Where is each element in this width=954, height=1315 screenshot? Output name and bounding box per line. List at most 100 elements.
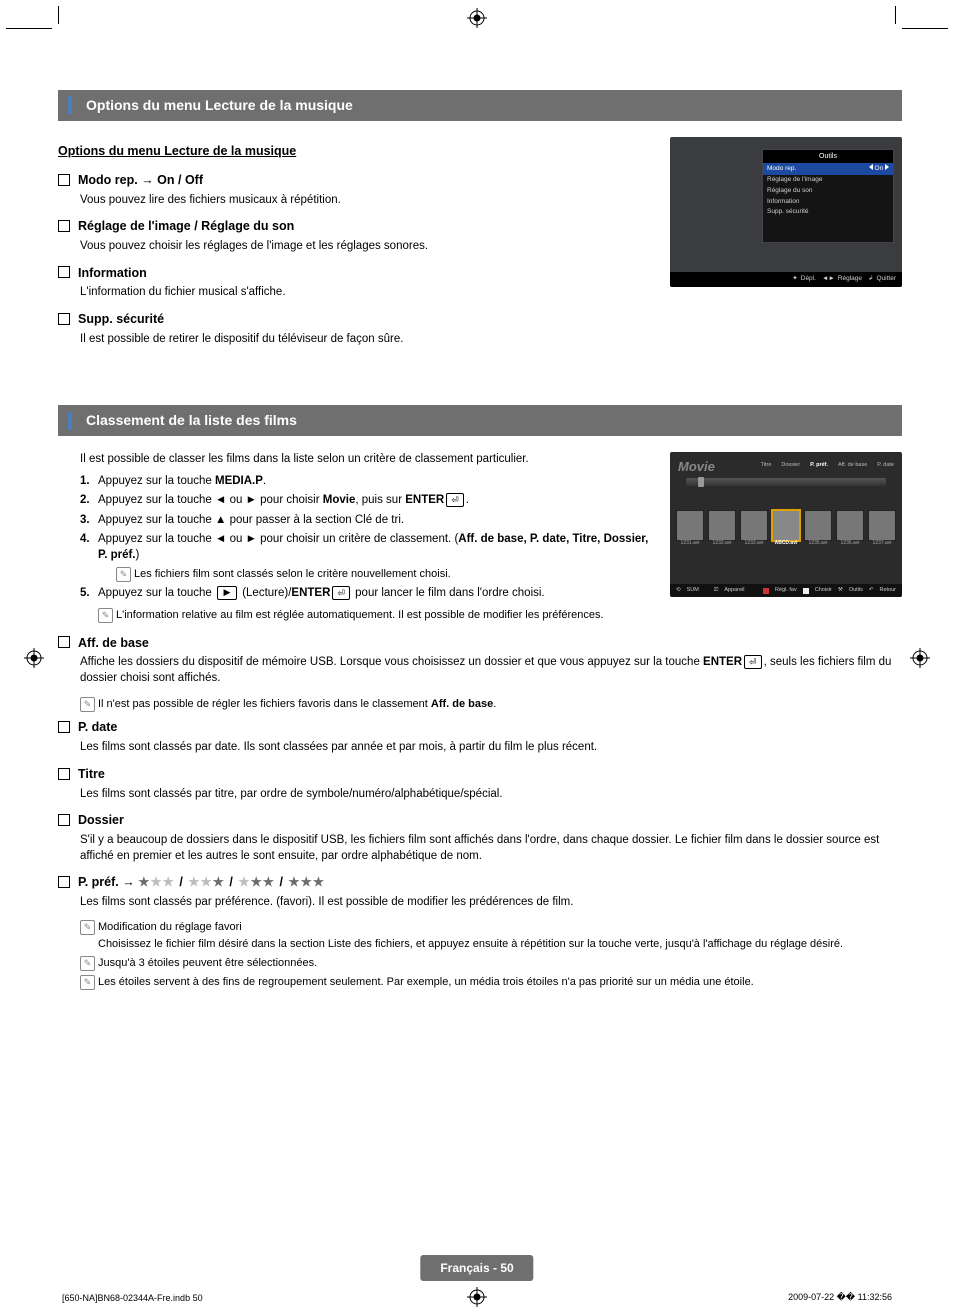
footer-file-info: [650-NA]BN68-02344A-Fre.indb 50 bbox=[62, 1293, 203, 1303]
registration-mark-icon bbox=[24, 648, 44, 668]
bullet-square-icon bbox=[58, 313, 70, 325]
bullet-square-icon bbox=[58, 266, 70, 278]
crop-mark bbox=[902, 28, 948, 29]
enter-icon: ⏎ bbox=[446, 493, 464, 507]
enter-icon: ⏎ bbox=[744, 655, 762, 669]
bullet-square-icon bbox=[58, 768, 70, 780]
page-footer-badge: Français - 50 bbox=[420, 1255, 533, 1281]
movie-thumb bbox=[804, 510, 832, 541]
tools-row: Information bbox=[763, 197, 893, 208]
section-heading: Classement de la liste des films bbox=[58, 405, 902, 436]
step-5: Appuyez sur la touche ▶ (Lecture)/ENTER⏎… bbox=[80, 586, 652, 602]
sort-p-pref: P. préf. → ★★★ / ★★★ / ★★★ / ★★★ bbox=[58, 874, 902, 891]
tools-panel-title: Outils bbox=[763, 150, 893, 163]
sort-dossier: Dossier bbox=[58, 812, 902, 829]
tools-row: Réglage de l'image bbox=[763, 175, 893, 186]
section-intro: Il est possible de classer les films dan… bbox=[80, 452, 652, 468]
red-button-icon bbox=[763, 588, 769, 594]
tools-osd-screenshot: Outils Modo rep. On Réglage de l'image R… bbox=[670, 137, 902, 287]
bullet-square-icon bbox=[58, 876, 70, 888]
option-body: Il est possible de retirer le dispositif… bbox=[80, 332, 652, 348]
bullet-square-icon bbox=[58, 814, 70, 826]
return-icon: ↶ bbox=[869, 587, 874, 594]
movie-thumbnails bbox=[676, 510, 896, 541]
star-rating-icon: ★★★ / ★★★ / ★★★ / ★★★ bbox=[138, 875, 325, 889]
movie-thumb-selected bbox=[772, 510, 800, 541]
section-heading-text: Options du menu Lecture de la musique bbox=[86, 96, 353, 115]
movie-scrollbar bbox=[686, 478, 886, 486]
registration-mark-icon bbox=[910, 648, 930, 668]
sort-body: Les films sont classés par préférence. (… bbox=[80, 895, 902, 911]
step-note: ✎L'information relative au film est régl… bbox=[98, 608, 652, 623]
play-icon: ▶ bbox=[217, 586, 237, 600]
sort-body: Affiche les dossiers du dispositif de mé… bbox=[80, 655, 902, 686]
section-heading: Options du menu Lecture de la musique bbox=[58, 90, 902, 121]
crop-mark bbox=[6, 28, 52, 29]
enter-icon: ⏎ bbox=[332, 586, 350, 600]
footer-timestamp: 2009-07-22 �� 11:32:56 bbox=[788, 1292, 892, 1303]
note-icon: ✎ bbox=[80, 920, 95, 935]
registration-mark-icon bbox=[467, 1287, 487, 1307]
tools-row-modo-rep: Modo rep. On bbox=[763, 163, 893, 175]
bullet-square-icon bbox=[58, 174, 70, 186]
bullet-square-icon bbox=[58, 220, 70, 232]
steps-list: Appuyez sur la touche MEDIA.P. Appuyez s… bbox=[80, 474, 652, 602]
sort-aff-de-base: Aff. de base bbox=[58, 635, 902, 652]
note-icon: ✎ bbox=[80, 697, 95, 712]
pref-note-3: ✎Les étoiles servent à des fins de regro… bbox=[80, 975, 902, 990]
crop-mark bbox=[58, 6, 59, 24]
option-body: Vous pouvez choisir les réglages de l'im… bbox=[80, 239, 652, 255]
sort-p-date: P. date bbox=[58, 719, 902, 736]
movie-footer: ⟲SUM ⎚Appareil Régl. favChoisir⚒Outils↶R… bbox=[670, 584, 902, 597]
scrollbar-knob bbox=[698, 477, 704, 487]
return-icon: ↲ bbox=[868, 275, 873, 284]
movie-thumb bbox=[708, 510, 736, 541]
option-supp-securite: Supp. sécurité bbox=[58, 311, 652, 328]
sort-titre: Titre bbox=[58, 766, 902, 783]
enter-button-icon bbox=[803, 588, 809, 594]
tools-row: Supp. sécurité bbox=[763, 207, 893, 218]
sub-heading: Options du menu Lecture de la musique bbox=[58, 143, 652, 160]
sort-note: ✎Il n'est pas possible de régler les fic… bbox=[80, 697, 902, 712]
pref-note-2: ✎Jusqu'à 3 étoiles peuvent être sélectio… bbox=[80, 956, 902, 971]
arrow-left-icon bbox=[869, 164, 873, 170]
movie-thumb bbox=[868, 510, 896, 541]
tools-footer: ✦Dépl. ◄►Réglage ↲Quitter bbox=[670, 272, 902, 287]
heading-accent-bar bbox=[68, 412, 76, 430]
bullet-square-icon bbox=[58, 636, 70, 648]
tools-row: Réglage du son bbox=[763, 186, 893, 197]
heading-accent-bar bbox=[68, 96, 76, 114]
movie-thumb bbox=[836, 510, 864, 541]
sum-icon: ⟲ bbox=[676, 587, 681, 594]
option-modo-rep: Modo rep. → On / Off bbox=[58, 172, 652, 189]
crop-mark bbox=[895, 6, 896, 24]
sort-body: S'il y a beaucoup de dossiers dans le di… bbox=[80, 833, 902, 864]
arrow-right-icon bbox=[885, 164, 889, 170]
movie-thumb-labels: 1231.avi 1232.avi 1233.avi ABCD.avi 1235… bbox=[676, 540, 896, 547]
move-icon: ✦ bbox=[792, 275, 797, 284]
option-information: Information bbox=[58, 265, 652, 282]
movie-thumb bbox=[740, 510, 768, 541]
note-icon: ✎ bbox=[98, 608, 113, 623]
option-body: Vous pouvez lire des fichiers musicaux à… bbox=[80, 193, 652, 209]
option-reglage: Réglage de l'image / Réglage du son bbox=[58, 218, 652, 235]
note-icon: ✎ bbox=[116, 567, 131, 582]
step-note: ✎Les fichiers film sont classés selon le… bbox=[116, 567, 652, 582]
note-icon: ✎ bbox=[80, 956, 95, 971]
step-3: Appuyez sur la touche ▲ pour passer à la… bbox=[80, 513, 652, 529]
movie-thumb bbox=[676, 510, 704, 541]
step-4: Appuyez sur la touche ◄ ou ► pour choisi… bbox=[80, 532, 652, 582]
bullet-square-icon bbox=[58, 721, 70, 733]
step-2: Appuyez sur la touche ◄ ou ► pour choisi… bbox=[80, 493, 652, 509]
lr-arrows-icon: ◄► bbox=[822, 275, 835, 284]
registration-mark-icon bbox=[467, 8, 487, 28]
option-body: L'information du fichier musical s'affic… bbox=[80, 285, 652, 301]
note-icon: ✎ bbox=[80, 975, 95, 990]
movie-osd-screenshot: Movie Titre Dossier P. préf. Aff. de bas… bbox=[670, 452, 902, 597]
tools-panel: Outils Modo rep. On Réglage de l'image R… bbox=[762, 149, 894, 243]
device-icon: ⎚ bbox=[714, 587, 718, 594]
movie-osd-title: Movie bbox=[678, 458, 715, 476]
step-1: Appuyez sur la touche MEDIA.P. bbox=[80, 474, 652, 490]
movie-tabs: Titre Dossier P. préf. Aff. de base P. d… bbox=[761, 462, 894, 469]
section-heading-text: Classement de la liste des films bbox=[86, 411, 297, 430]
